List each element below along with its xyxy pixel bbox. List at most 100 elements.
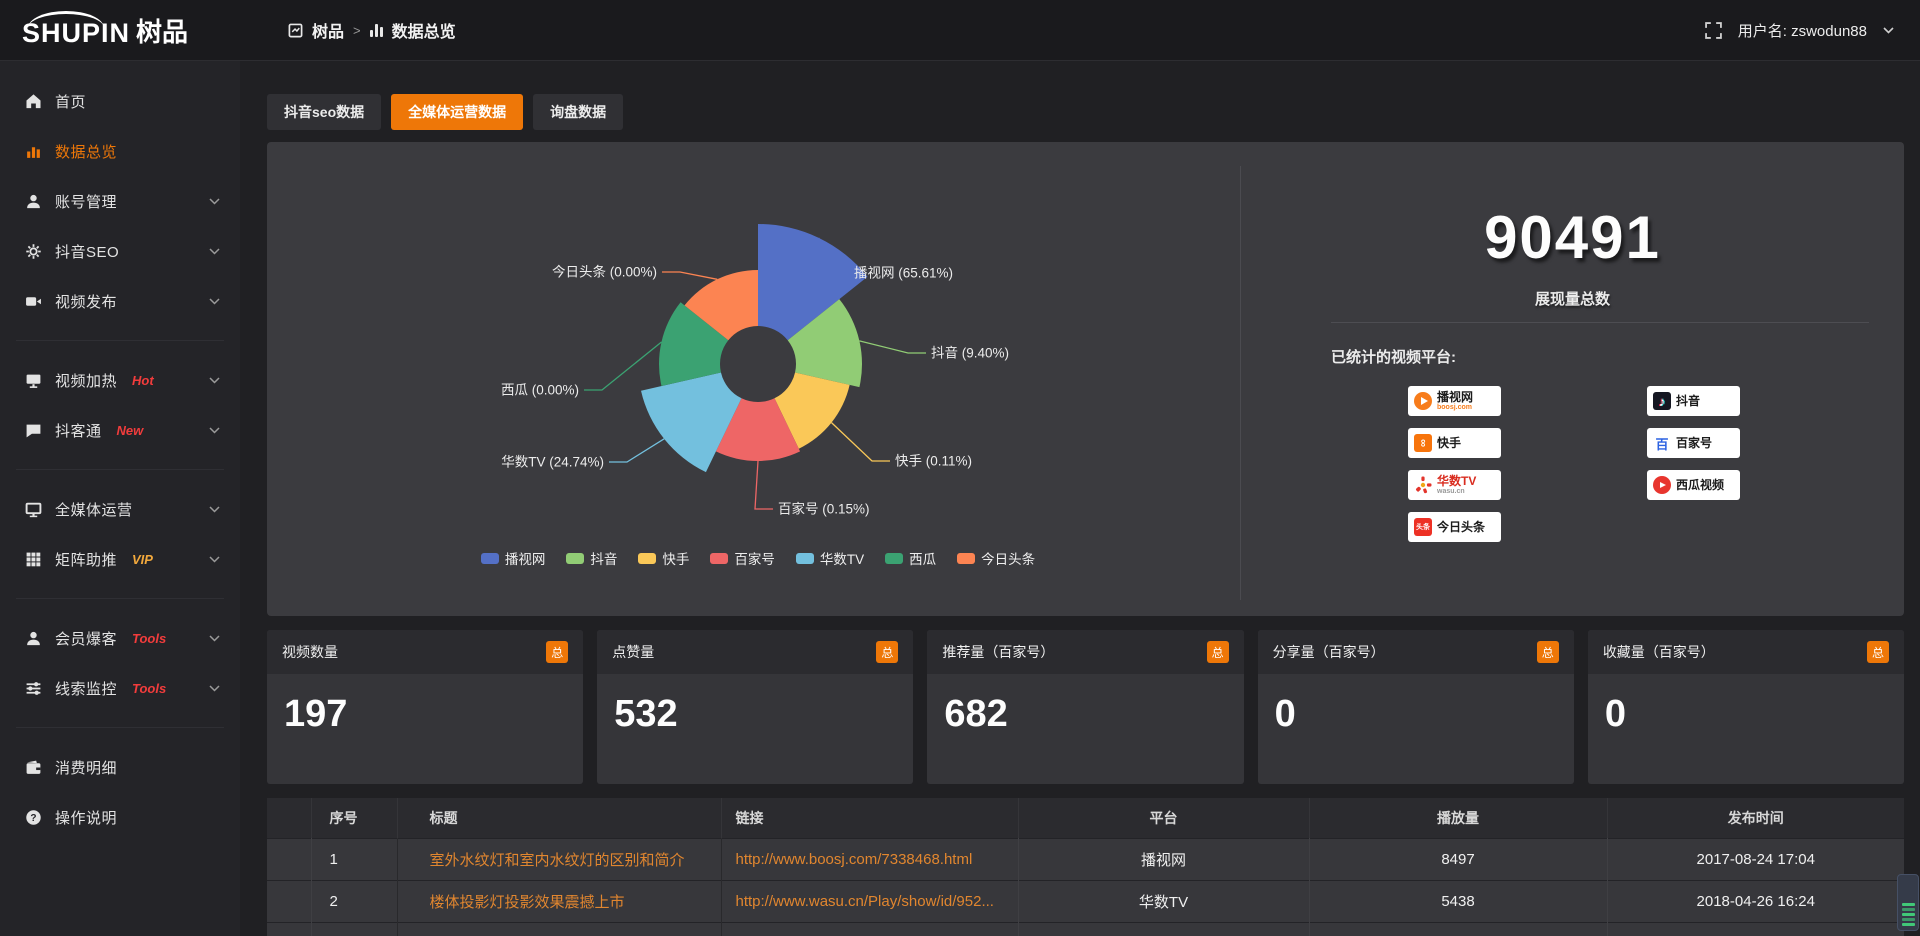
video-table: 序号标题链接平台播放量发布时间 1室外水纹灯和室内水纹灯的区别和简介http:/… bbox=[267, 798, 1904, 936]
cell-title[interactable] bbox=[397, 922, 721, 936]
sidebar-item-lead-monitor[interactable]: 线索监控Tools bbox=[0, 663, 240, 713]
sidebar-item-label: 会员爆客 bbox=[55, 628, 117, 649]
legend-label: 播视网 bbox=[505, 548, 546, 568]
sidebar-item-home[interactable]: 首页 bbox=[0, 76, 240, 126]
sidebar-item-operation-guide[interactable]: ?操作说明 bbox=[0, 792, 240, 842]
total-badge: 总 bbox=[1867, 641, 1889, 663]
cell-link[interactable] bbox=[721, 922, 1018, 936]
legend-item-百家号[interactable]: 百家号 bbox=[710, 548, 775, 568]
fullscreen-icon[interactable] bbox=[1705, 22, 1722, 39]
chevron-down-icon[interactable] bbox=[1883, 27, 1894, 34]
sidebar-item-douketong[interactable]: 抖客通 New bbox=[0, 405, 240, 455]
platform-badge-西瓜视频: 西瓜视频 bbox=[1647, 470, 1740, 500]
logo-text-cn: 树品 bbox=[136, 12, 188, 49]
svg-text:?: ? bbox=[30, 813, 36, 824]
legend-item-今日头条[interactable]: 今日头条 bbox=[957, 548, 1035, 568]
chevron-down-icon bbox=[209, 198, 220, 205]
legend-swatch bbox=[885, 553, 903, 564]
sidebar-divider bbox=[16, 727, 224, 728]
sidebar-item-video-heating[interactable]: 视频加热Hot bbox=[0, 355, 240, 405]
cell-title[interactable]: 室外水纹灯和室内水纹灯的区别和简介 bbox=[397, 838, 721, 880]
chevron-down-icon bbox=[209, 685, 220, 692]
cell-plays: 5438 bbox=[1309, 880, 1607, 922]
sidebar-item-matrix-boost[interactable]: 矩阵助推VIP bbox=[0, 534, 240, 584]
platform-badge-抖音: ♪抖音 bbox=[1647, 386, 1740, 416]
breadcrumb-current: 数据总览 bbox=[392, 18, 456, 42]
sidebar-item-label: 视频发布 bbox=[55, 291, 117, 312]
platform-badge-快手: ∞快手 bbox=[1408, 428, 1501, 458]
col-header-5: 发布时间 bbox=[1607, 798, 1904, 838]
platform-badge-label: 华数TV bbox=[1437, 475, 1476, 488]
stat-card-label: 视频数量 bbox=[282, 642, 338, 662]
sidebar-item-label: 首页 bbox=[55, 91, 86, 112]
chart-legend: 播视网抖音 快手 百家号 华数TV 西瓜 今日头条 bbox=[358, 548, 1158, 568]
cell-platform: 播视网 bbox=[1018, 838, 1309, 880]
platform-badges-right: ♪抖音百百家号西瓜视频 bbox=[1647, 386, 1740, 500]
tab-0[interactable]: 抖音seo数据 bbox=[267, 94, 381, 130]
cell-link[interactable]: http://www.boosj.com/7338468.html bbox=[721, 838, 1018, 880]
chevron-down-icon bbox=[209, 377, 220, 384]
pie-slice-华数TV[interactable] bbox=[641, 372, 742, 472]
total-badge: 总 bbox=[876, 641, 898, 663]
platform-badge-华数TV: 华数TVwasu.cn bbox=[1408, 470, 1501, 500]
xigua-logo-icon bbox=[1653, 476, 1671, 494]
sidebar: 首页数据总览账号管理抖音SEO 视频发布视频加热Hot 抖客通 New 全媒体运营矩阵助… bbox=[0, 61, 240, 936]
sidebar-item-label: 抖客通 bbox=[55, 420, 102, 441]
sidebar-item-label: 账号管理 bbox=[55, 191, 117, 212]
stat-card-label: 点赞量 bbox=[612, 642, 654, 662]
platform-badge-label: 播视网 bbox=[1437, 391, 1473, 404]
rose-chart[interactable]: 播视网 (65.61%)抖音 (9.40%)快手 (0.11%)百家号 (0.1… bbox=[267, 142, 1240, 616]
sidebar-item-data-overview[interactable]: 数据总览 bbox=[0, 126, 240, 176]
legend-label: 今日头条 bbox=[981, 548, 1035, 568]
breadcrumb-separator: > bbox=[353, 23, 361, 38]
sidebar-item-video-publish[interactable]: 视频发布 bbox=[0, 276, 240, 326]
chevron-down-icon bbox=[209, 248, 220, 255]
breadcrumb-root[interactable]: 树品 bbox=[312, 18, 344, 42]
pie-label-今日头条: 今日头条 (0.00%) bbox=[552, 264, 657, 280]
legend-item-播视网[interactable]: 播视网 bbox=[481, 548, 546, 568]
chart-panel: 播视网 (65.61%)抖音 (9.40%)快手 (0.11%)百家号 (0.1… bbox=[267, 142, 1904, 616]
platform-badges-left: 播视网boosj.com∞快手华数TVwasu.cn头条今日头条 bbox=[1408, 386, 1501, 542]
stat-cards-row: 视频数量总197点赞量总532推荐量（百家号）总682分享量（百家号）总0收藏量… bbox=[267, 630, 1904, 784]
sidebar-divider bbox=[16, 469, 224, 470]
sidebar-item-member-burst[interactable]: 会员爆客Tools bbox=[0, 613, 240, 663]
bars-icon bbox=[25, 143, 42, 160]
legend-item-抖音[interactable]: 抖音 bbox=[566, 548, 617, 568]
tab-1[interactable]: 全媒体运营数据 bbox=[391, 94, 523, 130]
boosj-logo-icon bbox=[1414, 392, 1432, 410]
tab-2[interactable]: 询盘数据 bbox=[533, 94, 623, 130]
stat-card-label: 推荐量（百家号） bbox=[942, 642, 1054, 662]
sidebar-item-douyin-seo[interactable]: 抖音SEO bbox=[0, 226, 240, 276]
cell-no bbox=[311, 922, 397, 936]
chat-icon bbox=[25, 422, 42, 439]
legend-label: 华数TV bbox=[820, 548, 864, 568]
platform-badge-label: 百家号 bbox=[1676, 437, 1712, 450]
legend-item-快手[interactable]: 快手 bbox=[638, 548, 689, 568]
table-row-1: 2楼体投影灯投影效果震撼上市http://www.wasu.cn/Play/sh… bbox=[267, 880, 1904, 922]
pie-label-line bbox=[859, 341, 926, 353]
stat-card-value: 0 bbox=[1258, 674, 1574, 755]
pie-label-播视网: 播视网 (65.61%) bbox=[854, 266, 953, 281]
sidebar-item-label: 消费明细 bbox=[55, 757, 117, 778]
cell-link[interactable]: http://www.wasu.cn/Play/show/id/952... bbox=[721, 880, 1018, 922]
sidebar-item-label: 全媒体运营 bbox=[55, 499, 133, 520]
col-header-4: 播放量 bbox=[1309, 798, 1607, 838]
stat-card-0: 视频数量总197 bbox=[267, 630, 583, 784]
pie-label-line bbox=[831, 423, 890, 461]
sidebar-item-consumption-detail[interactable]: 消费明细 bbox=[0, 742, 240, 792]
total-impressions-label: 展现量总数 bbox=[1241, 288, 1904, 309]
sliders-icon bbox=[25, 680, 42, 697]
cell-no: 2 bbox=[311, 880, 397, 922]
legend-item-西瓜[interactable]: 西瓜 bbox=[885, 548, 936, 568]
floating-widget[interactable] bbox=[1897, 874, 1919, 931]
legend-item-华数TV[interactable]: 华数TV bbox=[796, 548, 864, 568]
username[interactable]: 用户名: zswodun88 bbox=[1738, 20, 1867, 41]
sidebar-item-all-media[interactable]: 全媒体运营 bbox=[0, 484, 240, 534]
pie-label-line bbox=[609, 439, 664, 462]
wallet-icon bbox=[25, 759, 42, 776]
sidebar-item-badge: New bbox=[117, 423, 144, 438]
platform-badge-label: 抖音 bbox=[1676, 395, 1700, 408]
sidebar-item-account-management[interactable]: 账号管理 bbox=[0, 176, 240, 226]
stat-card-4: 收藏量（百家号）总0 bbox=[1588, 630, 1904, 784]
cell-title[interactable]: 楼体投影灯投影效果震撼上市 bbox=[397, 880, 721, 922]
